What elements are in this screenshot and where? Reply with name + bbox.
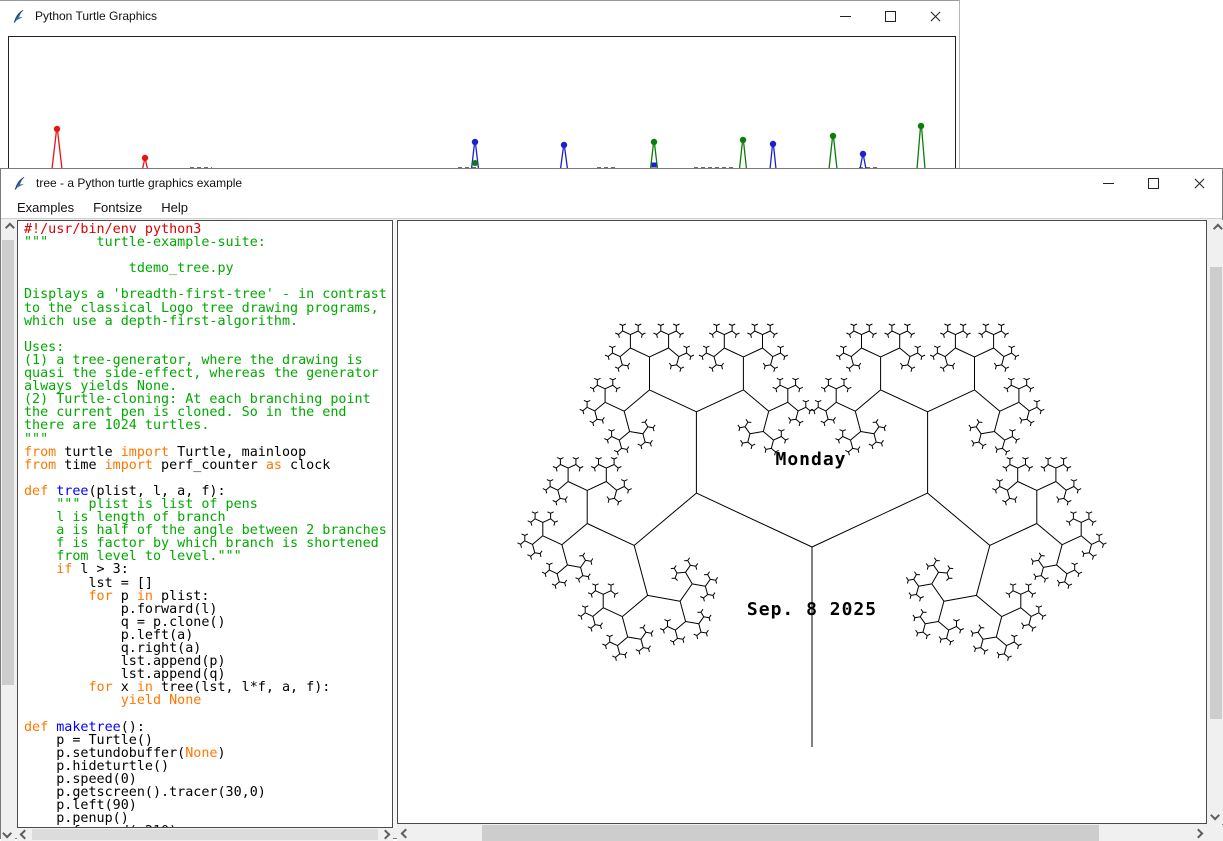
menu-fontsize[interactable]: Fontsize — [86, 198, 149, 217]
code-line: from time import perf_counter as clock — [24, 459, 392, 472]
source-code-pane[interactable]: #!/usr/bin/env python3""" turtle-example… — [17, 220, 393, 828]
tk-feather-icon — [11, 9, 26, 24]
code-horizontal-scrollbar[interactable] — [17, 828, 393, 841]
scroll-down-button[interactable] — [1208, 807, 1223, 824]
code-vertical-scrollbar[interactable] — [1, 220, 15, 841]
minimize-icon — [1103, 183, 1114, 184]
code-line: there are 1024 turtles. — [24, 419, 392, 432]
canvas-text-label: Sep. 8 2025 — [747, 599, 877, 620]
turtle-figure — [860, 151, 866, 169]
chevron-up-icon — [1212, 224, 1222, 234]
turtle-figure — [829, 133, 837, 169]
scroll-up-button[interactable] — [1, 220, 15, 235]
minimize-icon — [840, 16, 851, 17]
tree-window-title: tree - a Python turtle graphics example — [36, 176, 242, 190]
fractal-tree-path — [518, 324, 1107, 747]
turtle-figure — [770, 141, 776, 169]
turtle-figure — [52, 126, 62, 169]
maximize-icon — [1148, 178, 1159, 189]
chevron-down-icon — [2, 829, 12, 839]
chevron-left-icon — [20, 830, 30, 840]
canvas-vertical-scrollbar[interactable] — [1208, 220, 1223, 824]
tree-window-titlebar[interactable]: tree - a Python turtle graphics example — [1, 169, 1222, 197]
scrollbar-thumb[interactable] — [32, 829, 378, 840]
menu-help[interactable]: Help — [154, 198, 195, 217]
background-window-title: Python Turtle Graphics — [35, 9, 157, 23]
scrollbar-thumb[interactable] — [2, 240, 14, 685]
scroll-up-button[interactable] — [1208, 220, 1223, 237]
minimize-button[interactable] — [1092, 171, 1124, 195]
close-button[interactable] — [919, 4, 951, 28]
close-icon — [930, 11, 941, 22]
menu-bar: Examples Fontsize Help — [1, 197, 1222, 219]
maximize-icon — [885, 11, 896, 22]
code-line: tdemo_tree.py — [24, 262, 392, 275]
minimize-button[interactable] — [829, 4, 861, 28]
turtle-figure — [917, 123, 925, 169]
turtle-figure — [472, 139, 479, 169]
turtle-figure — [142, 155, 148, 169]
fractal-tree-drawing: Monday Sep. 8 2025 — [398, 221, 1206, 823]
chevron-right-icon — [381, 830, 391, 840]
canvas-text-label: Monday — [775, 449, 846, 470]
chevron-left-icon — [401, 828, 411, 838]
tk-feather-icon — [12, 176, 27, 191]
scroll-left-button[interactable] — [17, 828, 32, 841]
scrollbar-thumb[interactable] — [1210, 267, 1222, 719]
window-content: #!/usr/bin/env python3""" turtle-example… — [1, 218, 1222, 838]
code-line — [24, 328, 392, 341]
scroll-right-button[interactable] — [378, 828, 393, 841]
chevron-up-icon — [4, 223, 14, 233]
turtle-figure — [651, 139, 658, 169]
turtle-figure — [740, 137, 747, 169]
code-text[interactable]: #!/usr/bin/env python3""" turtle-example… — [18, 221, 392, 827]
code-line: yield None — [24, 694, 392, 707]
bg-figures — [9, 37, 955, 170]
maximize-button[interactable] — [874, 4, 906, 28]
close-button[interactable] — [1183, 171, 1215, 195]
turtle-figure — [561, 142, 568, 169]
background-titlebar[interactable]: Python Turtle Graphics — [0, 1, 959, 31]
turtle-drawing-canvas[interactable]: Monday Sep. 8 2025 — [397, 220, 1207, 824]
tree-demo-window: tree - a Python turtle graphics example … — [0, 168, 1223, 839]
code-line: which use a depth-first-algorithm. — [24, 315, 392, 328]
maximize-button[interactable] — [1137, 171, 1169, 195]
code-line: """ turtle-example-suite: — [24, 236, 392, 249]
desktop: { "background_window": { "title": "Pytho… — [0, 0, 1223, 839]
close-icon — [1194, 178, 1205, 189]
chevron-down-icon — [1210, 811, 1220, 821]
chevron-right-icon — [1194, 828, 1204, 838]
turtle-graphics-canvas[interactable] — [8, 36, 956, 170]
menu-examples[interactable]: Examples — [10, 198, 81, 217]
